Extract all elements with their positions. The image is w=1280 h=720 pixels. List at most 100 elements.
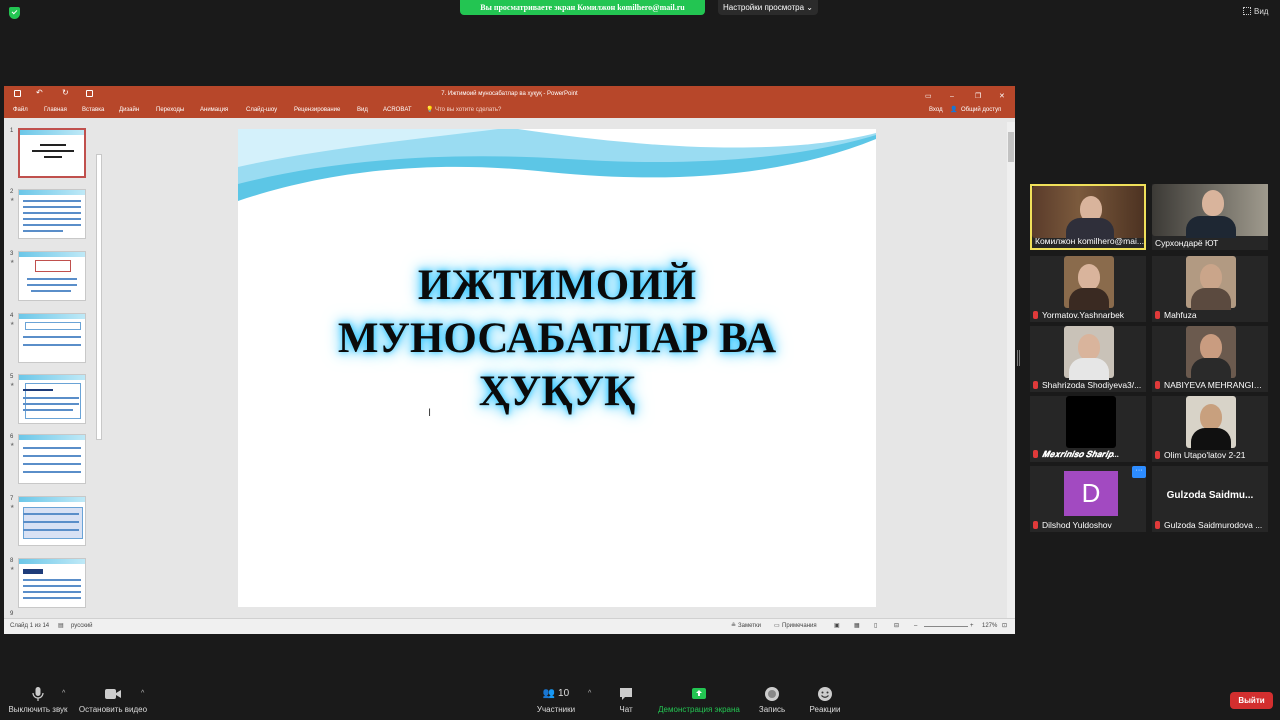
slide-thumbnail-3[interactable] — [18, 251, 86, 301]
leave-meeting-button[interactable]: Выйти — [1230, 692, 1273, 709]
slide-number: 1 — [10, 128, 14, 134]
ppt-ribbon-tabs: Файл Главная Вставка Дизайн Переходы Ани… — [4, 102, 1015, 118]
notes-icon: ≗ — [731, 623, 737, 629]
tab-design[interactable]: Дизайн — [119, 102, 139, 118]
record-button[interactable]: Запись — [754, 686, 790, 714]
ppt-window-title: 7. Ижтимоий муносабатлар ва ҳуқуқ - Powe… — [441, 91, 578, 97]
participant-tile[interactable]: Yormatov.Yashnarbek — [1030, 256, 1146, 322]
tab-file[interactable]: Файл — [13, 102, 28, 118]
text-cursor-icon: I — [428, 407, 432, 419]
slide-editor: ИЖТИМОИЙ МУНОСАБАТЛАР ВА ҲУҚУҚ I — [104, 118, 1006, 618]
slide-title-line-2: МУНОСАБАТЛАР ВА — [337, 315, 777, 362]
slide-thumbnail-2[interactable] — [18, 189, 86, 239]
tab-slideshow[interactable]: Слайд-шоу — [246, 102, 277, 118]
video-options-caret[interactable]: ^ — [141, 690, 144, 697]
share-button[interactable]: Общий доступ — [961, 102, 1001, 118]
tab-animation[interactable]: Анимация — [200, 102, 228, 118]
avatar: D — [1064, 471, 1118, 516]
chat-button[interactable]: Чат — [612, 686, 640, 714]
participant-name: Mahfuza — [1164, 310, 1197, 320]
participant-tile[interactable]: Mahfuza — [1152, 256, 1268, 322]
slide-vertical-scrollbar[interactable] — [1007, 122, 1015, 618]
tab-acrobat[interactable]: ACROBAT — [383, 102, 412, 118]
participants-button[interactable]: 👥 10 Участники — [532, 686, 580, 714]
tab-view[interactable]: Вид — [357, 102, 368, 118]
zoom-top-bar: Вы просматриваете экран Комилжон komilhe… — [0, 0, 1280, 26]
mute-button[interactable]: Выключить звук — [6, 686, 70, 714]
scrollbar-thumb[interactable] — [1008, 132, 1014, 162]
tab-insert[interactable]: Вставка — [82, 102, 104, 118]
fit-slide-icon[interactable]: ⊡ — [1002, 619, 1007, 634]
muted-mic-icon — [1033, 381, 1038, 389]
participant-name: Сурхондарё ЮТ — [1155, 238, 1219, 248]
slide-thumbnail-4[interactable] — [18, 313, 86, 363]
participant-tile[interactable]: Shahrizoda Shodiyeva3/... — [1030, 326, 1146, 392]
slide-number: 6 — [10, 434, 14, 440]
sorter-view-icon[interactable]: ▦ — [854, 619, 860, 634]
participant-name: Комилжон komilhero@mai... — [1035, 236, 1144, 246]
muted-mic-icon — [1155, 381, 1160, 389]
participants-label: Участники — [536, 705, 576, 714]
participant-tile[interactable]: Gulzoda Saidmu... Gulzoda Saidmurodova .… — [1152, 466, 1268, 532]
muted-mic-icon — [1155, 451, 1160, 459]
more-options-button[interactable]: ··· — [1132, 466, 1146, 478]
participants-count: 10 — [558, 688, 570, 699]
participant-tile[interactable]: 𝑴𝒆𝒙𝒓𝒊𝒏𝒊𝒔𝒐 𝑺𝒉𝒂𝒓𝒊𝒑... — [1030, 396, 1146, 462]
stop-video-button[interactable]: Остановить видео — [76, 686, 150, 714]
reactions-button[interactable]: Реакции — [806, 686, 844, 714]
slide-number: 4 — [10, 313, 14, 319]
participant-tile[interactable]: Olim Utapo'latov 2-21 — [1152, 396, 1268, 462]
zoom-level[interactable]: 127% — [982, 619, 997, 634]
participant-tile[interactable]: Сурхондарё ЮТ — [1152, 184, 1268, 250]
view-settings-label: Настройки просмотра — [723, 3, 805, 12]
comments-icon: ▭ — [774, 623, 780, 629]
participant-tile[interactable]: Комилжон komilhero@mai... — [1030, 184, 1146, 250]
audio-options-caret[interactable]: ^ — [62, 690, 65, 697]
normal-view-icon[interactable]: ▣ — [834, 619, 840, 634]
slide-counter: Слайд 1 из 14 — [10, 623, 50, 629]
view-settings-button[interactable]: Настройки просмотра ⌄ — [718, 0, 818, 15]
sign-in-link[interactable]: Вход — [929, 102, 943, 118]
panel-splitter[interactable] — [1017, 350, 1020, 366]
slideshow-view-icon[interactable]: ⊟ — [894, 619, 899, 634]
tab-review[interactable]: Рецензирование — [294, 102, 340, 118]
zoom-meeting-toolbar: Выключить звук ^ Остановить видео ^ 👥 10… — [0, 680, 1280, 720]
participant-name: Dilshod Yuldoshov — [1042, 520, 1112, 530]
mute-label: Выключить звук — [8, 705, 68, 714]
zoom-in-icon[interactable]: + — [970, 619, 974, 634]
slide-thumbnail-5[interactable] — [18, 374, 86, 424]
participant-tile[interactable]: D ··· Dilshod Yuldoshov — [1030, 466, 1146, 532]
tab-home[interactable]: Главная — [44, 102, 67, 118]
slide-thumbnail-1[interactable] — [18, 128, 86, 178]
language-indicator[interactable]: русский — [71, 619, 93, 634]
slide-thumbnail-8[interactable] — [18, 558, 86, 608]
share-screen-button[interactable]: Демонстрация экрана — [650, 686, 748, 714]
slide-wave-decoration — [238, 129, 876, 201]
tab-transitions[interactable]: Переходы — [156, 102, 184, 118]
notes-button[interactable]: Заметки — [738, 619, 761, 634]
slide-title: ИЖТИМОИЙ МУНОСАБАТЛАР ВА ҲУҚУҚ — [238, 259, 876, 418]
reading-view-icon[interactable]: ▯ — [874, 619, 877, 634]
participant-name: Shahrizoda Shodiyeva3/... — [1042, 380, 1142, 390]
spellcheck-icon[interactable]: ▤ — [58, 619, 64, 634]
participants-options-caret[interactable]: ^ — [588, 690, 591, 697]
chat-bubble-icon — [620, 688, 632, 700]
slide-thumbnail-6[interactable] — [18, 434, 86, 484]
security-shield-icon[interactable] — [9, 7, 20, 19]
participant-tile[interactable]: NABIYEVA MEHRANGIZ3... — [1152, 326, 1268, 392]
microphone-icon — [32, 687, 44, 701]
comments-button[interactable]: Примечания — [782, 619, 817, 634]
current-slide[interactable]: ИЖТИМОИЙ МУНОСАБАТЛАР ВА ҲУҚУҚ I — [238, 129, 876, 607]
view-button[interactable]: Вид — [1243, 7, 1268, 16]
zoom-slider[interactable] — [924, 626, 968, 627]
powerpoint-window: ↶ ↻ 7. Ижтимоий муносабатлар ва ҳуқуқ - … — [4, 86, 1015, 634]
share-screen-icon — [692, 688, 706, 699]
slide-thumbnail-7[interactable] — [18, 496, 86, 546]
thumbnail-scrollbar[interactable] — [96, 154, 102, 440]
zoom-out-icon[interactable]: – — [914, 619, 917, 634]
tell-me-search[interactable]: Что вы хотите сделать? — [435, 102, 501, 118]
participant-name: Yormatov.Yashnarbek — [1042, 310, 1125, 320]
participant-name: NABIYEVA MEHRANGIZ3... — [1164, 380, 1267, 390]
participant-name: Gulzoda Saidmurodova ... — [1164, 520, 1263, 530]
ppt-title-bar: ↶ ↻ 7. Ижтимоий муносабатлар ва ҳуқуқ - … — [4, 86, 1015, 102]
